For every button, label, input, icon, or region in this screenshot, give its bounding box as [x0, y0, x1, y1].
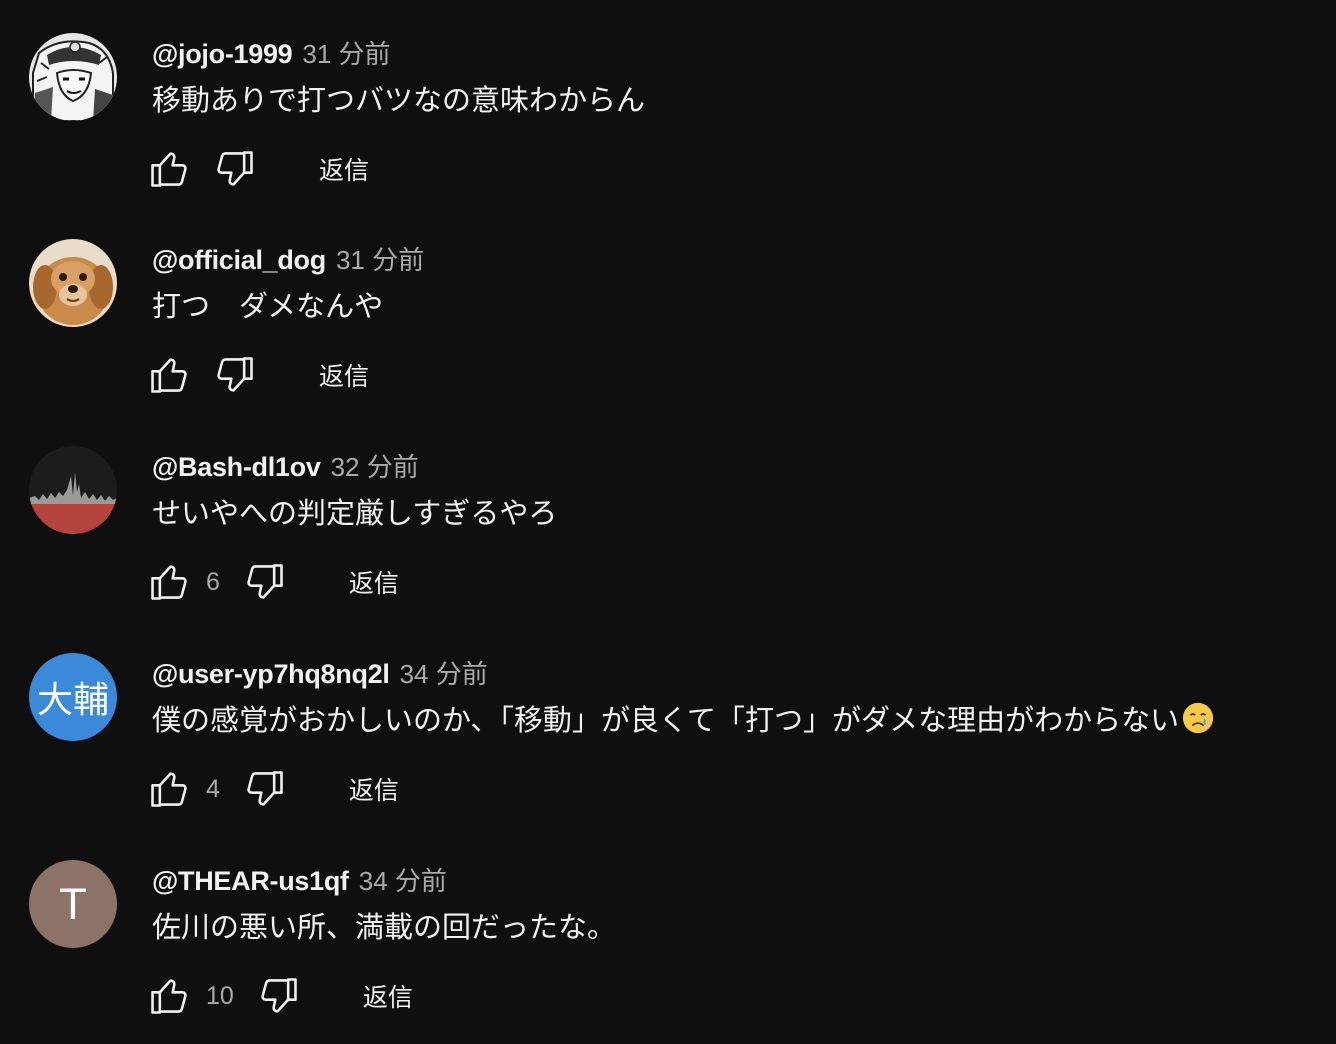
comment-text: 打つ ダメなんや: [152, 289, 384, 323]
reply-button[interactable]: 返信: [313, 353, 375, 397]
published-time[interactable]: 34 分前: [400, 654, 488, 691]
like-button[interactable]: [146, 559, 192, 605]
comment-header: @THEAR-us1qf 34 分前: [152, 861, 447, 898]
thumbs-down-icon: [261, 978, 297, 1013]
comment-text: せいやへの判定厳しすぎるやろ: [152, 496, 558, 530]
comment-header: @user-yp7hq8nq2l 34 分前: [152, 654, 488, 691]
comment-thread: 大輔 @user-yp7hq8nq2l 34 分前 僕の感覚がおかしいのか、「移…: [0, 620, 1336, 820]
author-name[interactable]: @user-yp7hq8nq2l: [152, 659, 390, 690]
thumbs-up-icon: [151, 979, 187, 1014]
dislike-button[interactable]: [212, 146, 258, 192]
comments-section: @jojo-1999 31 分前 移動ありで打つバツなの意味わからん 返信 @o…: [0, 0, 1336, 1044]
comment-header: @official_dog 31 分前: [152, 240, 424, 277]
crying-face-emoji-icon: [1183, 702, 1214, 734]
comment-header: @jojo-1999 31 分前: [152, 34, 391, 71]
thumbs-down-icon: [247, 771, 283, 806]
published-time[interactable]: 31 分前: [336, 240, 424, 277]
avatar[interactable]: [29, 33, 117, 121]
dislike-button[interactable]: [242, 766, 288, 812]
thumbs-up-icon: [151, 772, 187, 807]
author-name[interactable]: @jojo-1999: [152, 39, 293, 70]
comment-text-body: 僕の感覚がおかしいのか、「移動」が良くて「打つ」がダメな理由がわからない: [152, 703, 1180, 737]
thumbs-down-icon: [217, 357, 253, 392]
dislike-button[interactable]: [242, 559, 288, 605]
dog-photo-avatar-icon: [29, 239, 117, 327]
like-button[interactable]: [146, 352, 192, 398]
avatar[interactable]: [29, 446, 117, 534]
comment-header: @Bash-dl1ov 32 分前: [152, 447, 419, 484]
comment-thread: @Bash-dl1ov 32 分前 せいやへの判定厳しすぎるやろ 6 返信: [0, 413, 1336, 613]
comment-actions: 返信: [146, 352, 375, 398]
thumbs-up-icon: [151, 152, 187, 187]
dislike-button[interactable]: [256, 973, 302, 1019]
comment-actions: 4 返信: [146, 766, 405, 812]
thumbs-down-icon: [217, 151, 253, 186]
author-name[interactable]: @official_dog: [152, 245, 326, 276]
like-button[interactable]: [146, 146, 192, 192]
avatar[interactable]: [29, 239, 117, 327]
like-count: 10: [206, 981, 234, 1010]
like-count: 4: [206, 774, 220, 803]
published-time[interactable]: 31 分前: [302, 34, 390, 71]
comment-actions: 6 返信: [146, 559, 405, 605]
avatar[interactable]: T: [29, 860, 117, 948]
comment-text: 移動ありで打つバツなの意味わからん: [152, 83, 646, 117]
comment-actions: 10 返信: [146, 973, 419, 1019]
reply-button[interactable]: 返信: [343, 560, 405, 604]
thumbs-up-icon: [151, 358, 187, 393]
waveform-avatar-icon: [29, 446, 117, 534]
comment-actions: 返信: [146, 146, 375, 192]
published-time[interactable]: 34 分前: [359, 861, 447, 898]
like-button[interactable]: [146, 973, 192, 1019]
like-button[interactable]: [146, 766, 192, 812]
comment-text: 僕の感覚がおかしいのか、「移動」が良くて「打つ」がダメな理由がわからない: [152, 700, 1215, 740]
reply-button[interactable]: 返信: [357, 974, 419, 1018]
comment-thread: @official_dog 31 分前 打つ ダメなんや 返信: [0, 206, 1336, 406]
thumbs-down-icon: [247, 564, 283, 599]
thumbs-up-icon: [151, 565, 187, 600]
published-time[interactable]: 32 分前: [331, 447, 419, 484]
author-name[interactable]: @Bash-dl1ov: [152, 452, 321, 483]
comment-text: 佐川の悪い所、満載の回だったな。: [152, 910, 617, 944]
dislike-button[interactable]: [212, 352, 258, 398]
comment-thread: @jojo-1999 31 分前 移動ありで打つバツなの意味わからん 返信: [0, 0, 1336, 200]
author-name[interactable]: @THEAR-us1qf: [152, 866, 349, 897]
manga-character-avatar-icon: [29, 33, 117, 121]
reply-button[interactable]: 返信: [313, 147, 375, 191]
reply-button[interactable]: 返信: [343, 767, 405, 811]
avatar[interactable]: 大輔: [29, 653, 117, 741]
comment-thread: T @THEAR-us1qf 34 分前 佐川の悪い所、満載の回だったな。 10…: [0, 827, 1336, 1027]
like-count: 6: [206, 567, 220, 596]
